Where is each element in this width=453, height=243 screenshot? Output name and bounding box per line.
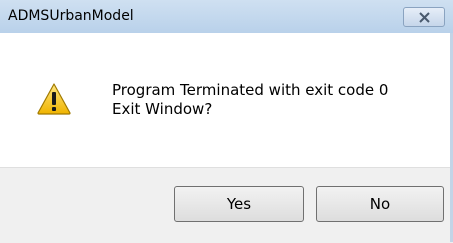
warning-icon (37, 83, 71, 115)
window-title: ADMSUrbanModel (8, 8, 134, 24)
message-line-1: Program Terminated with exit code 0 (112, 81, 389, 99)
yes-button[interactable]: Yes (174, 186, 304, 222)
message-area: Program Terminated with exit code 0 Exit… (0, 33, 453, 167)
message-dialog: ADMSUrbanModel Program Terminated with e… (0, 0, 453, 243)
close-button[interactable] (403, 7, 445, 27)
close-icon (419, 12, 430, 23)
no-button[interactable]: No (316, 186, 444, 222)
message-line-2: Exit Window? (112, 100, 213, 118)
title-bar[interactable]: ADMSUrbanModel (0, 0, 453, 34)
message-text: Program Terminated with exit code 0 Exit… (112, 81, 388, 119)
